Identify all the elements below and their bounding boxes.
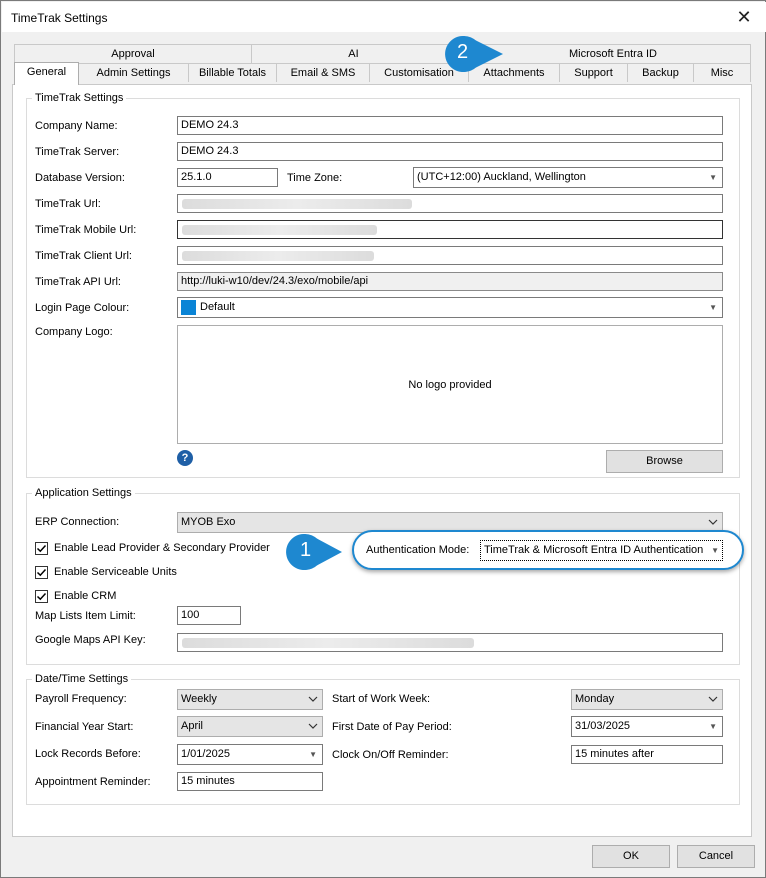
api-url-label: TimeTrak API Url: [35,276,121,288]
api-url-field[interactable]: http://luki-w10/dev/24.3/exo/mobile/api [177,272,723,291]
cancel-button[interactable]: Cancel [677,845,755,868]
first-pay-period-value: 31/03/2025 [575,720,631,732]
time-zone-value: (UTC+12:00) Auckland, Wellington [417,171,586,183]
clock-reminder-field[interactable]: 15 minutes after [571,745,723,764]
title-bar: TimeTrak Settings ✕ [2,2,766,32]
mobile-url-label: TimeTrak Mobile Url: [35,224,137,236]
company-logo-box[interactable]: No logo provided [177,325,723,444]
maps-key-label: Google Maps API Key: [35,634,146,646]
logo-placeholder-text: No logo provided [408,379,492,391]
maps-key-field[interactable] [177,633,723,652]
chevron-down-icon [708,696,718,702]
url-field[interactable] [177,194,723,213]
url-label: TimeTrak Url: [35,198,101,210]
first-pay-period-label: First Date of Pay Period: [332,721,452,733]
server-label: TimeTrak Server: [35,146,120,158]
erp-connection-value: MYOB Exo [181,516,236,528]
financial-year-start-select[interactable]: April [177,716,323,737]
dropdown-arrow-icon: ▼ [309,750,317,759]
login-colour-select[interactable]: Default ▼ [177,297,723,318]
callout-1-marker [284,531,346,576]
start-of-work-week-select[interactable]: Monday [571,689,723,710]
window-title: TimeTrak Settings [11,11,108,25]
financial-year-start-value: April [181,720,204,732]
clock-reminder-label: Clock On/Off Reminder: [332,749,449,761]
serviceable-units-label: Enable Serviceable Units [54,566,177,578]
chevron-down-icon [308,723,318,729]
tab-general[interactable]: General [14,62,79,85]
time-zone-label: Time Zone: [287,172,343,184]
appointment-reminder-label: Appointment Reminder: [35,776,151,788]
payroll-frequency-label: Payroll Frequency: [35,693,127,705]
client-url-label: TimeTrak Client Url: [35,250,132,262]
redacted-value [182,225,377,235]
lead-provider-label: Enable Lead Provider & Secondary Provide… [54,542,270,554]
tab-approval[interactable]: Approval [14,44,252,63]
redacted-value [182,199,412,209]
lock-records-value: 1/01/2025 [181,748,230,760]
application-settings-label: Application Settings [32,487,135,499]
browse-button[interactable]: Browse [606,450,723,473]
tab-backup[interactable]: Backup [627,63,694,82]
dropdown-arrow-icon: ▼ [709,303,717,312]
company-name-field[interactable]: DEMO 24.3 [177,116,723,135]
dropdown-arrow-icon: ▼ [709,722,717,731]
datetime-settings-label: Date/Time Settings [32,673,132,685]
colour-swatch [181,300,196,315]
company-name-label: Company Name: [35,120,118,132]
start-of-work-week-value: Monday [575,693,615,705]
client-url-field[interactable] [177,246,723,265]
crm-checkbox[interactable] [35,590,48,603]
ok-button[interactable]: OK [592,845,670,868]
redacted-value [182,251,374,261]
tab-support[interactable]: Support [559,63,628,82]
lock-records-date[interactable]: 1/01/2025 ▼ [177,744,323,765]
checkmark-icon [36,568,47,577]
tab-billable-totals[interactable]: Billable Totals [188,63,277,82]
mobile-url-field[interactable] [177,220,723,239]
appointment-reminder-field[interactable]: 15 minutes [177,772,323,791]
serviceable-units-checkbox[interactable] [35,566,48,579]
lock-records-label: Lock Records Before: [35,748,141,760]
redacted-value [182,638,474,648]
map-limit-label: Map Lists Item Limit: [35,610,136,622]
map-limit-field[interactable]: 100 [177,606,241,625]
start-of-work-week-label: Start of Work Week: [332,693,431,705]
db-version-label: Database Version: [35,172,125,184]
payroll-frequency-select[interactable]: Weekly [177,689,323,710]
dropdown-arrow-icon: ▼ [711,546,719,555]
auth-mode-select[interactable]: TimeTrak & Microsoft Entra ID Authentica… [480,540,723,561]
checkmark-icon [36,592,47,601]
lead-provider-checkbox[interactable] [35,542,48,555]
erp-connection-label: ERP Connection: [35,516,120,528]
financial-year-start-label: Financial Year Start: [35,721,134,733]
auth-mode-value: TimeTrak & Microsoft Entra ID Authentica… [484,544,704,556]
auth-mode-label: Authentication Mode: [366,544,470,556]
dropdown-arrow-icon: ▼ [709,173,717,182]
chevron-down-icon [308,696,318,702]
login-colour-value: Default [200,301,235,313]
db-version-field[interactable]: 25.1.0 [177,168,278,187]
time-zone-select[interactable]: (UTC+12:00) Auckland, Wellington ▼ [413,167,723,188]
tab-ai[interactable]: AI [251,44,456,63]
server-field[interactable]: DEMO 24.3 [177,142,723,161]
callout-2-number: 2 [457,41,469,63]
login-colour-label: Login Page Colour: [35,302,130,314]
company-logo-label: Company Logo: [35,326,113,338]
tab-email-sms[interactable]: Email & SMS [276,63,370,82]
first-pay-period-date[interactable]: 31/03/2025 ▼ [571,716,723,737]
settings-window: TimeTrak Settings ✕ Approval AI Microsof… [0,0,766,878]
payroll-frequency-value: Weekly [181,693,217,705]
timetrak-settings-label: TimeTrak Settings [32,92,127,104]
checkmark-icon [36,544,47,553]
crm-label: Enable CRM [54,590,117,602]
tab-misc[interactable]: Misc [693,63,751,82]
close-icon[interactable]: ✕ [732,5,756,29]
callout-1-number: 1 [300,539,312,561]
help-icon[interactable]: ? [177,450,193,466]
tab-admin-settings[interactable]: Admin Settings [78,63,189,82]
